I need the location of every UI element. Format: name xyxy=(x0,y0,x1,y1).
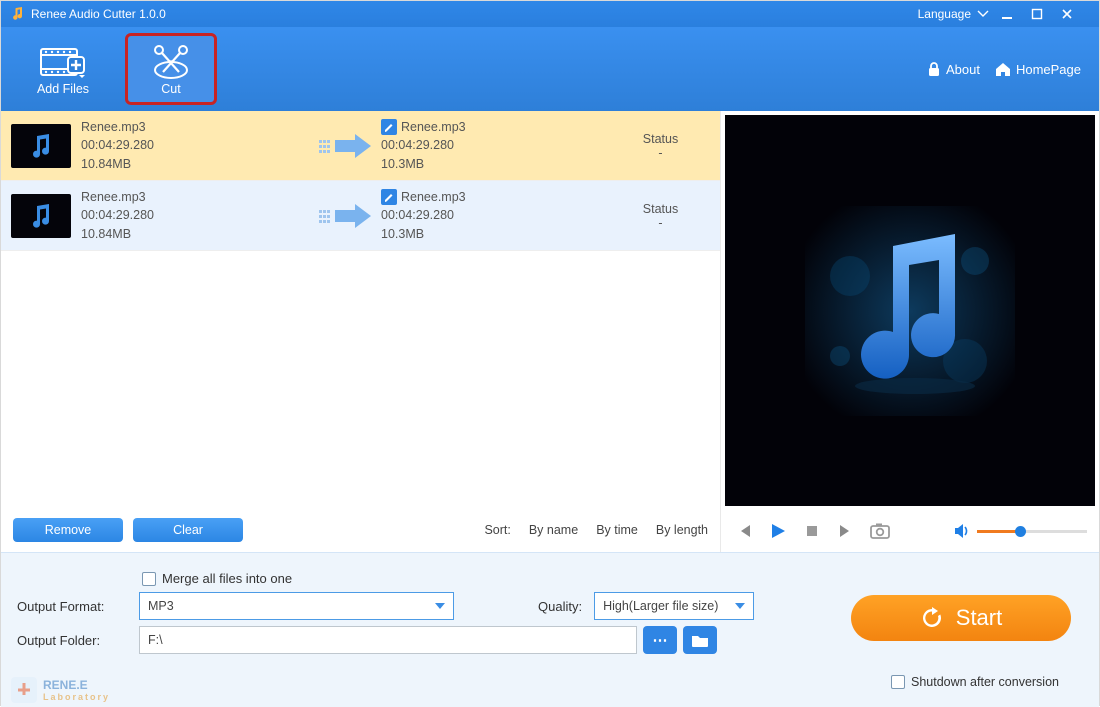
arrow-icon xyxy=(311,132,381,160)
volume-icon[interactable] xyxy=(953,523,971,539)
edit-icon[interactable] xyxy=(381,189,397,205)
music-note-icon xyxy=(805,206,1015,416)
output-panel: Merge all files into one Output Format: … xyxy=(1,552,1099,707)
close-button[interactable] xyxy=(1061,8,1091,20)
src-name: Renee.mp3 xyxy=(81,118,311,136)
start-button[interactable]: Start xyxy=(851,595,1071,641)
main-toolbar: Add Files Cut About HomePage xyxy=(1,27,1099,111)
sort-by-length[interactable]: By length xyxy=(656,523,708,537)
cut-button[interactable]: Cut xyxy=(125,33,217,105)
refresh-icon xyxy=(920,606,944,630)
output-format-label: Output Format: xyxy=(17,599,127,614)
out-size: 10.3MB xyxy=(381,155,611,173)
output-folder-input[interactable] xyxy=(139,626,637,654)
remove-button[interactable]: Remove xyxy=(13,518,123,542)
about-link[interactable]: About xyxy=(926,61,980,77)
homepage-link[interactable]: HomePage xyxy=(994,61,1081,77)
volume-slider[interactable] xyxy=(977,530,1087,533)
film-add-icon xyxy=(39,42,87,82)
quality-label: Quality: xyxy=(538,599,582,614)
list-controls: Remove Clear Sort: By name By time By le… xyxy=(1,508,720,552)
play-button[interactable] xyxy=(767,520,789,542)
status-label: Status xyxy=(611,202,710,216)
file-list: Renee.mp3 00:04:29.280 10.84MB R xyxy=(1,111,720,508)
src-duration: 00:04:29.280 xyxy=(81,206,311,224)
browse-button[interactable]: ⋯ xyxy=(643,626,677,654)
next-button[interactable] xyxy=(835,520,857,542)
out-size: 10.3MB xyxy=(381,225,611,243)
prev-button[interactable] xyxy=(733,520,755,542)
brand-watermark: RENE.E Laboratory xyxy=(11,677,110,703)
file-thumb xyxy=(11,194,71,238)
chevron-down-icon xyxy=(435,603,445,609)
stop-button[interactable] xyxy=(801,520,823,542)
scissors-icon xyxy=(149,42,193,82)
arrow-icon xyxy=(311,202,381,230)
clear-button[interactable]: Clear xyxy=(133,518,243,542)
output-folder-label: Output Folder: xyxy=(17,633,127,648)
quality-select[interactable]: High(Larger file size) xyxy=(594,592,754,620)
out-name: Renee.mp3 xyxy=(401,118,466,136)
title-bar: Renee Audio Cutter 1.0.0 Language xyxy=(1,1,1099,27)
sort-by-time[interactable]: By time xyxy=(596,523,638,537)
sort-by-name[interactable]: By name xyxy=(529,523,578,537)
lock-icon xyxy=(926,61,942,77)
out-duration: 00:04:29.280 xyxy=(381,136,611,154)
maximize-button[interactable] xyxy=(1031,8,1061,20)
status-value: - xyxy=(611,146,710,160)
media-controls xyxy=(721,510,1099,552)
file-row[interactable]: Renee.mp3 00:04:29.280 10.84MB R xyxy=(1,111,720,181)
app-title: Renee Audio Cutter 1.0.0 xyxy=(31,7,166,21)
edit-icon[interactable] xyxy=(381,119,397,135)
output-format-select[interactable]: MP3 xyxy=(139,592,454,620)
home-icon xyxy=(994,61,1012,77)
src-name: Renee.mp3 xyxy=(81,188,311,206)
language-dropdown[interactable]: Language xyxy=(906,7,1001,21)
status-label: Status xyxy=(611,132,710,146)
merge-checkbox[interactable]: Merge all files into one xyxy=(142,571,292,586)
chevron-down-icon xyxy=(735,603,745,609)
app-icon xyxy=(9,6,25,22)
minimize-button[interactable] xyxy=(1001,8,1031,20)
src-duration: 00:04:29.280 xyxy=(81,136,311,154)
status-value: - xyxy=(611,216,710,230)
toolbar-links: About HomePage xyxy=(926,27,1091,111)
open-folder-button[interactable] xyxy=(683,626,717,654)
sort-label: Sort: xyxy=(484,523,510,537)
snapshot-button[interactable] xyxy=(869,520,891,542)
shutdown-checkbox[interactable]: Shutdown after conversion xyxy=(891,675,1059,689)
add-files-button[interactable]: Add Files xyxy=(17,33,109,105)
out-name: Renee.mp3 xyxy=(401,188,466,206)
out-duration: 00:04:29.280 xyxy=(381,206,611,224)
src-size: 10.84MB xyxy=(81,155,311,173)
src-size: 10.84MB xyxy=(81,225,311,243)
file-row[interactable]: Renee.mp3 00:04:29.280 10.84MB R xyxy=(1,181,720,251)
file-thumb xyxy=(11,124,71,168)
preview-pane xyxy=(725,115,1095,506)
